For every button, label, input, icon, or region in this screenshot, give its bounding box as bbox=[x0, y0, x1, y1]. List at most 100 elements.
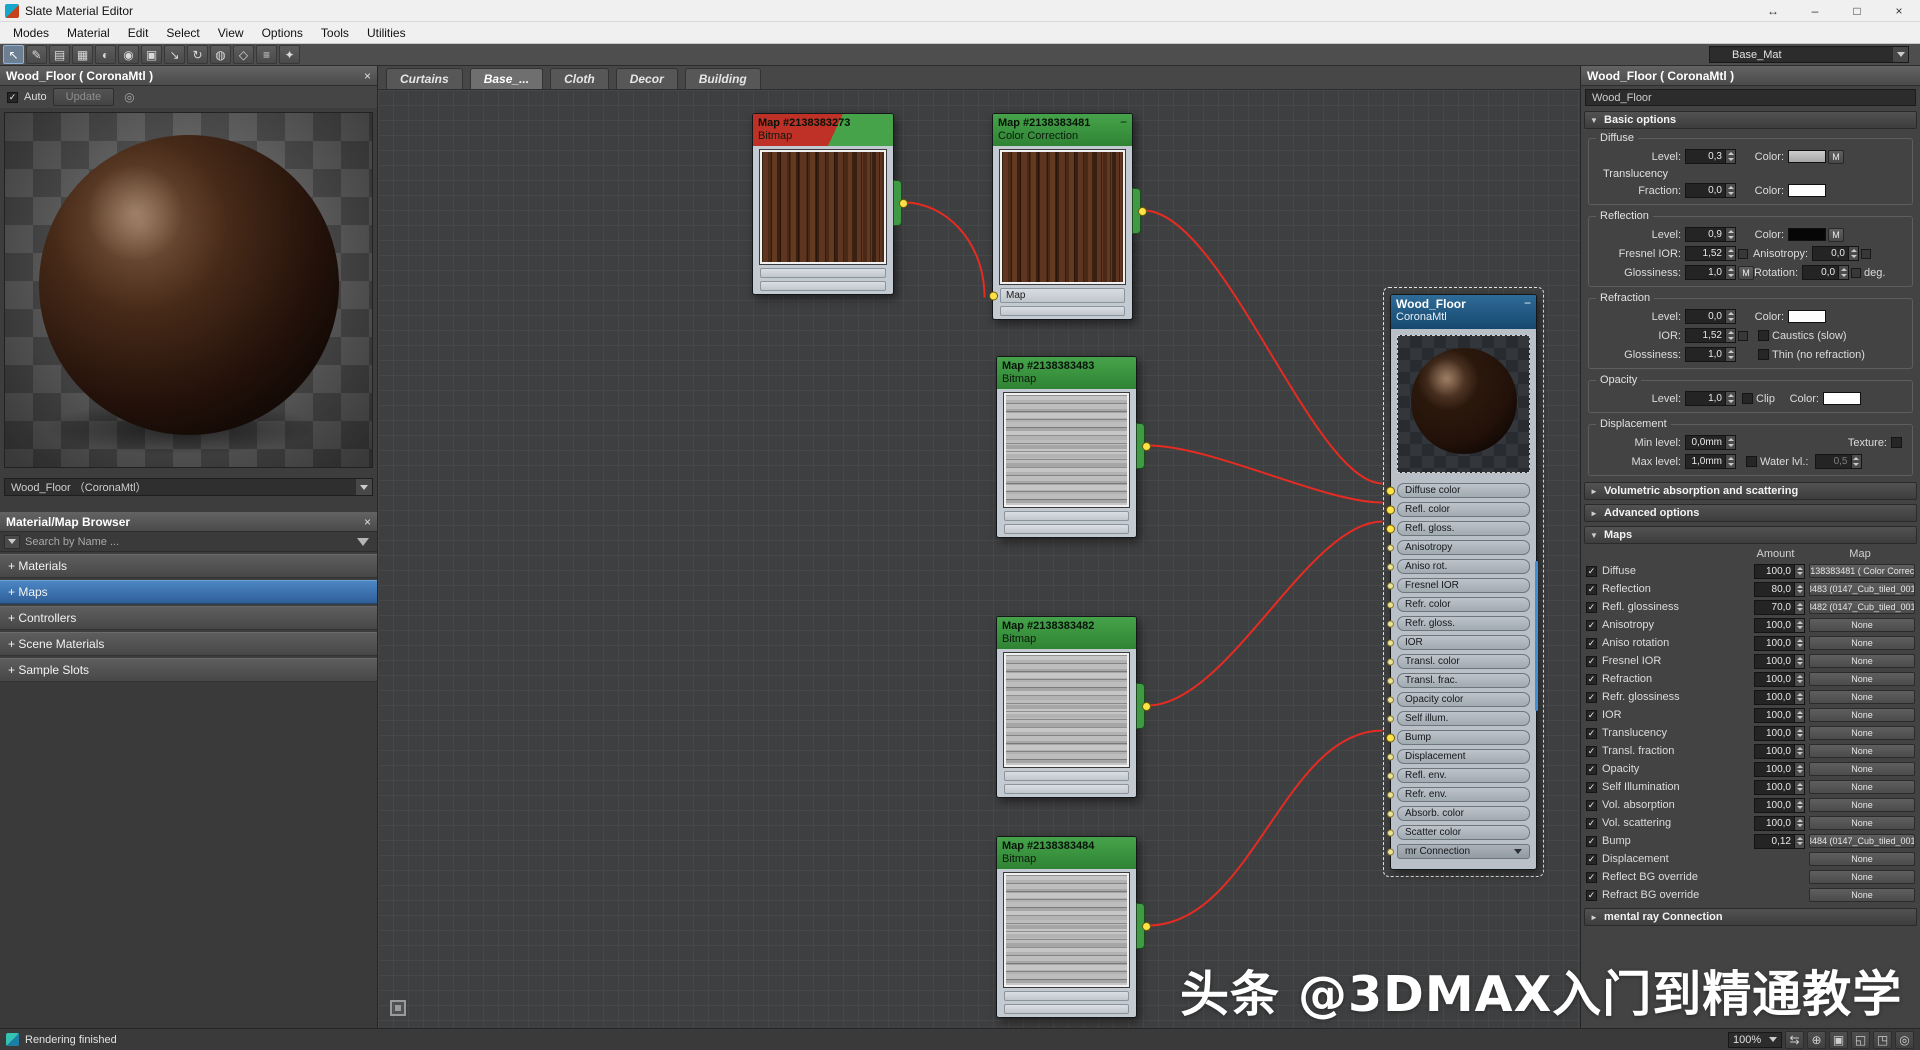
map-slot-button[interactable]: 383483 (0147_Cub_tiled_001_R bbox=[1809, 582, 1915, 596]
output-socket[interactable] bbox=[1138, 207, 1147, 216]
material-input-slot[interactable]: Absorb. color bbox=[1397, 806, 1530, 821]
filter-icon[interactable] bbox=[357, 538, 369, 546]
translucency-fraction-spinner[interactable]: 0,0 bbox=[1685, 183, 1736, 198]
map-slot-button[interactable]: None bbox=[1809, 744, 1915, 758]
spinner-arrows-icon[interactable] bbox=[1725, 391, 1736, 406]
map-slot-button[interactable]: None bbox=[1809, 762, 1915, 776]
map-enable-checkbox[interactable]: ✓ bbox=[1586, 566, 1597, 577]
input-socket[interactable] bbox=[1387, 848, 1394, 855]
map-amount-spinner[interactable]: 100,0 bbox=[1754, 726, 1805, 741]
menu-item[interactable]: Material bbox=[58, 24, 119, 42]
spinner-arrows-icon[interactable] bbox=[1794, 672, 1805, 687]
menu-item[interactable]: Select bbox=[157, 24, 208, 42]
map-enable-checkbox[interactable]: ✓ bbox=[1586, 692, 1597, 703]
map-slot-button[interactable]: None bbox=[1809, 618, 1915, 632]
fit-view-icon[interactable]: ◎ bbox=[1895, 1031, 1914, 1049]
spinner-arrows-icon[interactable] bbox=[1725, 309, 1736, 324]
browser-group-item[interactable]: + Scene Materials bbox=[0, 632, 377, 656]
input-socket[interactable] bbox=[1387, 677, 1394, 684]
pick-material-from-object-icon[interactable]: ✎ bbox=[26, 45, 47, 64]
map-enable-checkbox[interactable]: ✓ bbox=[1586, 764, 1597, 775]
show-end-result-icon[interactable]: ◉ bbox=[118, 45, 139, 64]
spinner-arrows-icon[interactable] bbox=[1794, 690, 1805, 705]
ior-map-shortcut[interactable] bbox=[1738, 331, 1748, 341]
close-icon[interactable]: × bbox=[364, 515, 371, 529]
opacity-color-swatch[interactable] bbox=[1823, 392, 1861, 405]
input-socket[interactable] bbox=[1387, 544, 1394, 551]
input-socket[interactable] bbox=[1387, 696, 1394, 703]
zoom-region-icon[interactable]: ▣ bbox=[1829, 1031, 1848, 1049]
input-socket[interactable] bbox=[1386, 505, 1395, 514]
map-slot-button[interactable]: None bbox=[1809, 816, 1915, 830]
rollout-volumetric[interactable]: ► Volumetric absorption and scattering bbox=[1584, 482, 1917, 500]
material-name-field[interactable]: Wood_Floor bbox=[1585, 89, 1916, 106]
input-socket[interactable] bbox=[1387, 715, 1394, 722]
reset-maps-icon[interactable]: ↻ bbox=[187, 45, 208, 64]
material-input-slot[interactable]: Transl. color bbox=[1397, 654, 1530, 669]
refraction-ior-spinner[interactable]: 1,52 bbox=[1685, 328, 1736, 343]
material-input-slot[interactable]: Refr. color bbox=[1397, 597, 1530, 612]
input-socket[interactable] bbox=[1387, 601, 1394, 608]
assign-material-to-selection-icon[interactable]: ↘ bbox=[164, 45, 185, 64]
map-amount-spinner[interactable]: 100,0 bbox=[1754, 708, 1805, 723]
refraction-color-swatch[interactable] bbox=[1788, 310, 1826, 323]
input-socket[interactable] bbox=[1387, 639, 1394, 646]
map-slot-button[interactable]: None bbox=[1809, 870, 1915, 884]
map-amount-spinner[interactable]: 0,12 bbox=[1754, 834, 1805, 849]
spinner-arrows-icon[interactable] bbox=[1794, 582, 1805, 597]
clip-checkbox[interactable] bbox=[1742, 393, 1753, 404]
spinner-arrows-icon[interactable] bbox=[1848, 246, 1859, 261]
material-input-slot[interactable]: Refl. env. bbox=[1397, 768, 1530, 783]
pan-view-icon[interactable]: ⇆ bbox=[1785, 1031, 1804, 1049]
node-bitmap-2138383484[interactable]: Map #2138383484 Bitmap bbox=[996, 836, 1137, 1018]
spinner-arrows-icon[interactable] bbox=[1725, 328, 1736, 343]
displacement-max-spinner[interactable]: 1,0mm bbox=[1685, 454, 1736, 469]
put-to-library-icon[interactable]: ▤ bbox=[49, 45, 70, 64]
rotation-map-shortcut[interactable] bbox=[1851, 268, 1861, 278]
material-input-slot[interactable]: Displacement bbox=[1397, 749, 1530, 764]
spinner-arrows-icon[interactable] bbox=[1851, 454, 1862, 469]
map-amount-spinner[interactable]: 100,0 bbox=[1754, 744, 1805, 759]
navigator-icon[interactable] bbox=[390, 1000, 406, 1016]
active-material-combo[interactable]: Base_Mat bbox=[1709, 46, 1909, 63]
spinner-arrows-icon[interactable] bbox=[1838, 265, 1849, 280]
resize-window-icon[interactable]: ↔ bbox=[1752, 0, 1794, 21]
map-enable-checkbox[interactable]: ✓ bbox=[1586, 638, 1597, 649]
reflection-level-spinner[interactable]: 0,9 bbox=[1685, 227, 1736, 242]
chevron-down-icon[interactable] bbox=[356, 479, 372, 495]
map-enable-checkbox[interactable]: ✓ bbox=[1586, 728, 1597, 739]
diffuse-level-spinner[interactable]: 0,3 bbox=[1685, 149, 1736, 164]
map-slot-button[interactable]: None bbox=[1809, 852, 1915, 866]
reflection-map-button[interactable]: M bbox=[1828, 228, 1844, 242]
material-input-slot[interactable]: Refr. gloss. bbox=[1397, 616, 1530, 631]
view-tab[interactable]: Building bbox=[685, 68, 761, 89]
menu-item[interactable]: Modes bbox=[4, 24, 58, 42]
browser-group-item[interactable]: + Materials bbox=[0, 554, 377, 578]
water-level-checkbox[interactable] bbox=[1746, 456, 1757, 467]
menu-item[interactable]: Options bbox=[253, 24, 312, 42]
map-slot-button[interactable]: #2138383481 ( Color Correctio bbox=[1809, 564, 1915, 578]
browser-group-item[interactable]: + Sample Slots bbox=[0, 658, 377, 682]
spinner-arrows-icon[interactable] bbox=[1794, 708, 1805, 723]
show-shaded-material-icon[interactable]: ◐ bbox=[95, 45, 116, 64]
preview-material-selector[interactable]: Wood_Floor （CoronaMtl） bbox=[4, 478, 373, 496]
spinner-arrows-icon[interactable] bbox=[1794, 600, 1805, 615]
map-slot-button[interactable]: 383482 (0147_Cub_tiled_001_R bbox=[1809, 600, 1915, 614]
material-input-slot[interactable]: IOR bbox=[1397, 635, 1530, 650]
input-socket[interactable] bbox=[1387, 791, 1394, 798]
map-slot-button[interactable]: None bbox=[1809, 726, 1915, 740]
map-enable-checkbox[interactable]: ✓ bbox=[1586, 872, 1597, 883]
spinner-arrows-icon[interactable] bbox=[1725, 149, 1736, 164]
node-header[interactable]: Map #2138383481 Color Correction − bbox=[993, 114, 1132, 146]
map-slot-button[interactable]: 383484 (0147_Cub_tiled_001_R bbox=[1809, 834, 1915, 848]
material-input-slot[interactable]: Self illum. bbox=[1397, 711, 1530, 726]
rotation-spinner[interactable]: 0,0 bbox=[1802, 265, 1849, 280]
collapsed-rollup[interactable] bbox=[1004, 511, 1129, 521]
close-button[interactable]: × bbox=[1878, 0, 1920, 21]
input-socket[interactable] bbox=[1387, 829, 1394, 836]
map-amount-spinner[interactable]: 100,0 bbox=[1754, 690, 1805, 705]
material-input-slot[interactable]: Refl. gloss. bbox=[1397, 521, 1530, 536]
material-preview-viewport[interactable] bbox=[4, 112, 373, 468]
node-bitmap-2138383482[interactable]: Map #2138383482 Bitmap bbox=[996, 616, 1137, 798]
browser-group-item[interactable]: + Maps bbox=[0, 580, 377, 604]
